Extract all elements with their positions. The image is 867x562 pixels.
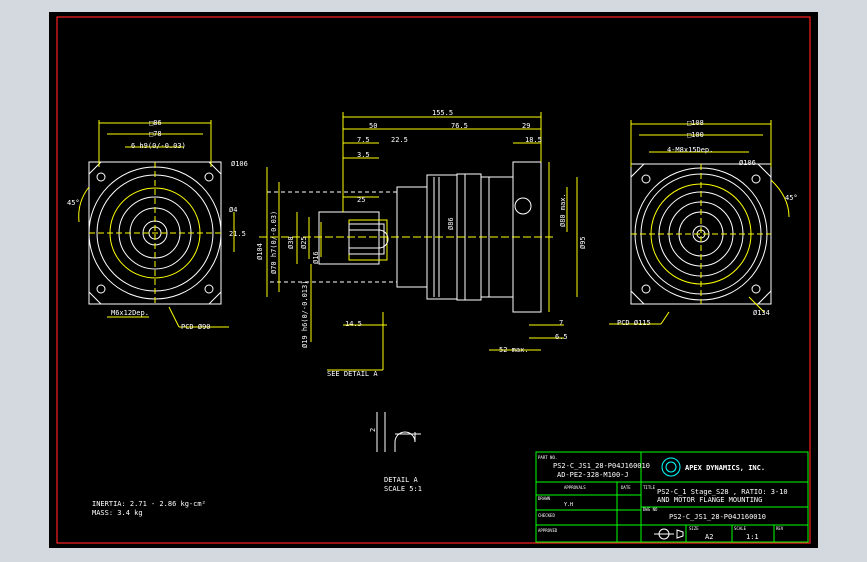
dim-d4: Ø4 [229, 206, 237, 214]
tb-dwg-no: PS2-C_JS1_28-P04J160010 [669, 513, 766, 521]
tb-drawn-label: DRAWN [538, 496, 551, 501]
note-inertia: INERTIA: 2.71 - 2.86 kg-cm² [92, 500, 206, 508]
front-view [78, 120, 235, 328]
detail-label: DETAIL A [384, 476, 419, 484]
detail-dim: 2 [369, 428, 377, 432]
dim-sq108: □108 [687, 119, 704, 127]
tb-title-1: PS2-C_1 Stage_S28 , RATIO: 3-10 [657, 488, 788, 496]
see-detail-a: SEE DETAIL A [327, 370, 378, 378]
tb-rev-label: REV [776, 526, 784, 531]
tb-title-label: TITLE [643, 485, 656, 490]
tb-checked-label: CHECKED [538, 513, 555, 518]
tb-part-no-label: PART NO. [538, 455, 557, 460]
tb-part-no-2: AD-PE2-328-M100-J [557, 471, 629, 479]
dim-3-5: 3.5 [357, 151, 370, 159]
dim-18-5: 18.5 [525, 136, 542, 144]
dim-rear-d106: Ø106 [739, 159, 756, 167]
tb-company: APEX DYNAMICS, INC. [685, 464, 765, 472]
tb-title-2: AND MOTOR FLANGE MOUNTING [657, 496, 762, 504]
detail-a [376, 412, 421, 452]
dim-d25: Ø25 [300, 236, 308, 249]
dim-sq78: □78 [149, 130, 162, 138]
dim-angle-45: 45° [67, 199, 80, 207]
dim-sq100: □100 [687, 131, 704, 139]
dim-d16: Ø16 [312, 251, 320, 264]
tb-size-value: A2 [705, 533, 713, 541]
detail-scale: SCALE 5:1 [384, 485, 422, 493]
tb-scale-value: 1:1 [746, 533, 759, 541]
tb-date-label: DATE [621, 485, 631, 490]
dim-52max: 52 max. [499, 346, 529, 354]
dim-21-5: 21.5 [229, 230, 246, 238]
dim-d86: Ø86 [447, 217, 455, 230]
drawing-canvas: □86 □78 6 h9(0/-0.03) Ø106 45° Ø4 21.5 M… [49, 12, 818, 548]
dim-d19: Ø19 h6(0/-0.013) [301, 281, 309, 348]
dim-d134: Ø134 [753, 309, 770, 317]
dim-m6: M6x12Dep. [111, 309, 149, 317]
tb-size-label: SIZE [689, 526, 699, 531]
note-mass: MASS: 3.4 kg [92, 509, 143, 517]
dim-pcd90: PCD Ø90 [181, 323, 211, 331]
dim-25: 25 [357, 196, 365, 204]
tb-scale-label: SCALE [734, 526, 747, 531]
tb-drawn-value: Y.H [564, 502, 573, 508]
dim-7: 7 [559, 319, 563, 327]
dim-29: 29 [522, 122, 530, 130]
dim-d95: Ø95 [579, 236, 587, 249]
dim-50: 50 [369, 122, 377, 130]
dim-7-5: 7.5 [357, 136, 370, 144]
dim-6-5: 6.5 [555, 333, 568, 341]
dim-14-5: 14.5 [345, 320, 362, 328]
dim-d80max: Ø80 max. [559, 193, 567, 227]
dim-key-width: 6 h9(0/-0.03) [131, 142, 186, 150]
tb-approvals-label: APPROVALS [564, 485, 586, 490]
tb-part-no-1: PS2-C_JS1_28-P04J160010 [553, 462, 650, 470]
dim-d70: Ø70 h7(0/-0.03) [270, 211, 278, 274]
dim-d106: Ø106 [231, 160, 248, 168]
tb-approved-label: APPROVED [538, 528, 558, 533]
dim-d30: Ø30 [287, 236, 295, 249]
cad-drawing: □86 □78 6 h9(0/-0.03) Ø106 45° Ø4 21.5 M… [56, 16, 811, 544]
dim-sq86: □86 [149, 119, 162, 127]
dim-76-5: 76.5 [451, 122, 468, 130]
tb-dwg-no-label: DWG NO [643, 507, 658, 512]
dim-155-5: 155.5 [432, 109, 453, 117]
dim-pcd115: PCD Ø115 [617, 319, 651, 327]
dim-4-m8: 4-M8x15Dep. [667, 146, 713, 154]
dim-d104: Ø104 [256, 243, 264, 260]
dim-rear-45: 45° [785, 194, 798, 202]
dim-22-5: 22.5 [391, 136, 408, 144]
